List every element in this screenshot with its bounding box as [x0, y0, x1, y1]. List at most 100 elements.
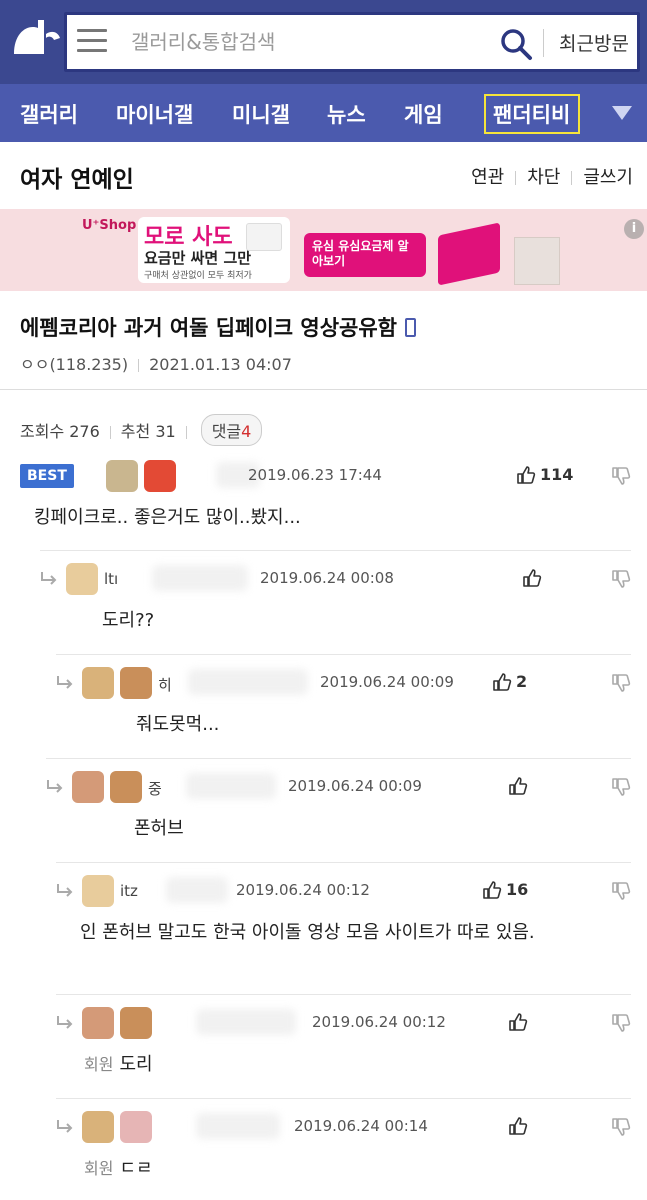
thumb-up-icon[interactable] — [508, 1012, 528, 1032]
comment-text: 킹페이크로.. 좋은거도 많이..봤지... — [34, 504, 631, 532]
search-icon[interactable] — [499, 27, 533, 61]
ad-box-illustration — [438, 222, 500, 286]
comment-body: 줘도못먹... — [136, 714, 220, 735]
thumb-up-icon[interactable] — [516, 465, 536, 485]
blurred-nickname — [152, 565, 248, 591]
post-meta: ㅇㅇ(118.235) 2021.01.13 04:07 — [20, 351, 292, 375]
like-button[interactable] — [508, 1115, 631, 1139]
ad-banner[interactable]: U⁺Shop 모로 사도 요금만 싸면 그만 구매처 상관없이 모두 최저가 유… — [0, 209, 647, 291]
thumb-down-icon[interactable] — [611, 673, 631, 693]
avatar[interactable] — [106, 460, 138, 492]
like-count: 114 — [540, 465, 574, 484]
write-link[interactable]: 글쓰기 — [583, 167, 633, 188]
ad-cta-button[interactable]: 유심 유심요금제 알아보기 — [304, 233, 426, 277]
thumb-down-icon[interactable] — [611, 569, 631, 589]
blurred-nickname — [166, 877, 228, 903]
avatar[interactable] — [72, 771, 104, 803]
like-button[interactable] — [508, 775, 631, 799]
comment-text: 회원 도리 — [84, 1051, 631, 1079]
avatar[interactable] — [120, 667, 152, 699]
comment-date: 2019.06.24 00:12 — [312, 1013, 446, 1031]
search-input[interactable] — [131, 15, 491, 69]
comment-body: 인 폰허브 말고도 한국 아이돌 영상 모음 사이트가 따로 있음. — [80, 922, 535, 943]
comment-item: 중 2019.06.24 00:09 폰허브 — [46, 758, 631, 862]
ad-info-icon[interactable]: i — [624, 219, 644, 239]
post-divider — [0, 389, 647, 390]
nav-more-chevron-icon[interactable] — [612, 106, 632, 120]
like-button[interactable]: 16 — [482, 879, 631, 903]
view-count: 조회수 276 — [20, 422, 100, 441]
comment-body: 폰허브 — [134, 818, 184, 839]
comment-item: BEST 2019.06.23 17:44 114 킹페이크로.. 좋은거도 많이..… — [20, 448, 631, 548]
blurred-nickname — [186, 773, 276, 799]
blurred-nickname — [196, 1009, 296, 1035]
reply-arrow-icon — [47, 780, 63, 793]
blurred-nickname — [188, 669, 308, 695]
comment-nickname[interactable]: 중 — [148, 778, 162, 799]
avatar[interactable] — [82, 1111, 114, 1143]
thumb-down-icon[interactable] — [611, 1117, 631, 1137]
nav-item-minor-gallery[interactable]: 마이너갤 — [116, 99, 193, 129]
blurred-nickname — [196, 1113, 280, 1139]
thumb-up-icon[interactable] — [492, 672, 512, 692]
dc-logo-icon[interactable] — [8, 14, 60, 66]
comment-body: 도리?? — [102, 610, 155, 631]
thumb-down-icon[interactable] — [611, 466, 631, 486]
thumb-down-icon[interactable] — [611, 777, 631, 797]
thumb-up-icon[interactable] — [508, 1116, 528, 1136]
ad-subline: 구매처 상관없이 모두 최저가 — [144, 271, 252, 281]
avatar[interactable] — [120, 1111, 152, 1143]
reply-count-badge[interactable]: 댓글4 — [200, 414, 263, 446]
comment-nickname[interactable]: itz — [120, 882, 138, 900]
comment-header: BEST 2019.06.23 17:44 114 — [20, 458, 631, 492]
nav-item-gallery[interactable]: 갤러리 — [20, 99, 78, 129]
block-link[interactable]: 차단 — [527, 167, 560, 188]
post-date: 2021.01.13 04:07 — [149, 355, 292, 374]
reply-label: 댓글 — [211, 422, 242, 441]
nav-item-mini-gallery[interactable]: 미니갤 — [232, 99, 290, 129]
member-label: 회원 — [84, 1159, 114, 1178]
thumb-down-icon[interactable] — [611, 1013, 631, 1033]
avatar[interactable] — [82, 667, 114, 699]
thumb-up-icon[interactable] — [508, 776, 528, 796]
comment-text: 도리?? — [102, 607, 631, 635]
comment-header: ltı 2019.06.24 00:08 — [40, 561, 631, 595]
comment-nickname[interactable]: ltı — [104, 570, 118, 588]
like-button[interactable] — [522, 567, 631, 591]
nav-item-news[interactable]: 뉴스 — [327, 99, 366, 129]
comment-date: 2019.06.23 17:44 — [248, 466, 382, 484]
thumb-up-icon[interactable] — [482, 880, 502, 900]
avatar[interactable] — [82, 875, 114, 907]
avatar[interactable] — [110, 771, 142, 803]
post-title-text: 에펨코리아 과거 여돌 딥페이크 영상공유함 — [20, 316, 398, 340]
post-stats: 조회수 276 추천 31 댓글4 — [20, 414, 263, 446]
avatar[interactable] — [82, 1007, 114, 1039]
hamburger-menu-icon[interactable] — [77, 29, 107, 57]
like-button[interactable] — [508, 1011, 631, 1035]
comment-date: 2019.06.24 00:09 — [288, 777, 422, 795]
recent-visits-button[interactable]: 최근방문 — [559, 29, 629, 56]
nav-item-game[interactable]: 게임 — [404, 99, 443, 129]
like-button[interactable]: 2 — [492, 671, 631, 695]
comment-body: ㄷㄹ — [119, 1158, 153, 1179]
comment-item: itz 2019.06.24 00:12 16 인 폰허브 말고도 한국 아이돌 영상… — [56, 862, 631, 992]
avatar[interactable] — [120, 1007, 152, 1039]
like-count: 2 — [516, 672, 528, 691]
avatar[interactable] — [144, 460, 176, 492]
ad-building-illustration — [514, 237, 560, 285]
comment-text: 줘도못먹... — [136, 711, 631, 739]
comment-text: 인 폰허브 말고도 한국 아이돌 영상 모음 사이트가 따로 있음. — [80, 919, 631, 947]
comment-item: 히 2019.06.24 00:09 2 줘도못먹... — [56, 654, 631, 758]
related-link[interactable]: 연관 — [471, 167, 504, 188]
like-button[interactable]: 114 — [516, 464, 631, 488]
thumb-down-icon[interactable] — [611, 881, 631, 901]
avatar[interactable] — [66, 563, 98, 595]
post-author[interactable]: ㅇㅇ(118.235) — [20, 355, 128, 374]
reply-count: 4 — [241, 422, 252, 441]
comment-nickname[interactable]: 히 — [158, 674, 172, 695]
thumb-up-icon[interactable] — [522, 568, 542, 588]
comment-date: 2019.06.24 00:12 — [236, 881, 370, 899]
comment-text: 폰허브 — [134, 815, 631, 843]
ad-brand: U⁺Shop — [82, 218, 137, 233]
like-count: 16 — [506, 880, 529, 899]
